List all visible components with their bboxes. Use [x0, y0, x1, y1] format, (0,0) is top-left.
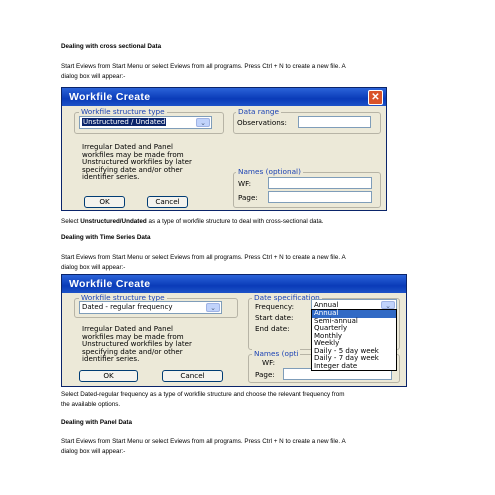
- page-input[interactable]: [268, 191, 372, 203]
- data-range-legend: Data range: [236, 107, 281, 116]
- section-paragraph-cross-sectional: Start Eviews from Start Menu or select E…: [61, 62, 451, 82]
- names-legend: Names (optional): [236, 167, 303, 176]
- note-line: identifier series.: [82, 354, 140, 364]
- structure-type-select[interactable]: Dated - regular frequency ⌄: [79, 301, 222, 314]
- frequency-value: Annual: [314, 301, 339, 309]
- frequency-label: Frequency:: [255, 302, 295, 311]
- names-legend: Names (opti: [252, 349, 301, 358]
- caption-line: the available options.: [61, 401, 121, 408]
- frequency-options-list[interactable]: Annual Semi-annual Quarterly Monthly Wee…: [311, 309, 397, 371]
- wf-input[interactable]: [268, 177, 372, 189]
- page-label: Page:: [238, 193, 258, 202]
- dialog-title: Workfile Create: [69, 278, 151, 290]
- paragraph-line: dialog box will appear:-: [61, 264, 126, 271]
- observations-input[interactable]: [298, 116, 371, 128]
- dialog-titlebar: Workfile Create: [62, 275, 406, 293]
- wf-label: WF:: [262, 358, 276, 367]
- structure-type-value: Dated - regular frequency: [82, 303, 173, 311]
- ok-button[interactable]: OK: [79, 370, 138, 382]
- wf-label: WF:: [238, 179, 252, 188]
- ok-button[interactable]: OK: [84, 196, 125, 208]
- structure-type-select[interactable]: Unstructured / Undated ⌄: [79, 116, 212, 129]
- structure-type-value: Unstructured / Undated: [82, 118, 167, 126]
- caption-line: Select Dated-regular frequency as a type…: [61, 391, 345, 398]
- paragraph-line: Start Eviews from Start Menu or select E…: [61, 254, 346, 261]
- section-heading-cross-sectional: Dealing with cross sectional Data: [61, 43, 162, 50]
- dialog-title: Workfile Create: [69, 91, 151, 103]
- page-label: Page:: [255, 370, 275, 379]
- note-line: identifier series.: [82, 172, 140, 182]
- structure-type-legend: Workfile structure type: [79, 107, 167, 116]
- frequency-option[interactable]: Integer date: [312, 362, 396, 371]
- caption-cross-sectional: Select Unstructured/Undated as a type of…: [61, 217, 324, 227]
- cancel-button[interactable]: Cancel: [162, 370, 223, 382]
- caption-text: as a type of workfile structure to deal …: [146, 218, 324, 225]
- close-icon[interactable]: ✕: [368, 90, 383, 105]
- paragraph-line: Start Eviews from Start Menu or select E…: [61, 438, 346, 445]
- structure-note: Irregular Dated and Panel workfiles may …: [82, 143, 192, 181]
- caption-bold-text: Unstructured/Undated: [80, 218, 147, 225]
- structure-note: Irregular Dated and Panel workfiles may …: [82, 325, 192, 363]
- start-date-label: Start date:: [255, 313, 294, 322]
- workfile-create-dialog-1: Workfile Create ✕ Workfile structure typ…: [61, 87, 387, 211]
- dialog-titlebar: Workfile Create ✕: [62, 88, 386, 106]
- section-heading-time-series: Dealing with Time Series Data: [61, 234, 151, 241]
- caption-text: Select: [61, 218, 81, 225]
- section-paragraph-time-series: Start Eviews from Start Menu or select E…: [61, 253, 451, 273]
- dropdown-arrow-icon[interactable]: ⌄: [381, 301, 395, 310]
- cancel-button[interactable]: Cancel: [147, 196, 188, 208]
- observations-label: Observations:: [237, 118, 287, 127]
- dropdown-arrow-icon[interactable]: ⌄: [196, 118, 210, 127]
- end-date-label: End date:: [255, 324, 290, 333]
- caption-time-series: Select Dated-regular frequency as a type…: [61, 390, 461, 410]
- section-paragraph-panel: Start Eviews from Start Menu or select E…: [61, 437, 451, 457]
- paragraph-line: Start Eviews from Start Menu or select E…: [61, 63, 346, 70]
- section-heading-panel: Dealing with Panel Data: [61, 419, 133, 426]
- paragraph-line: dialog box will appear:-: [61, 73, 126, 80]
- dropdown-arrow-icon[interactable]: ⌄: [206, 303, 220, 312]
- workfile-create-dialog-2: Workfile Create Workfile structure type …: [61, 274, 407, 387]
- paragraph-line: dialog box will appear:-: [61, 448, 126, 455]
